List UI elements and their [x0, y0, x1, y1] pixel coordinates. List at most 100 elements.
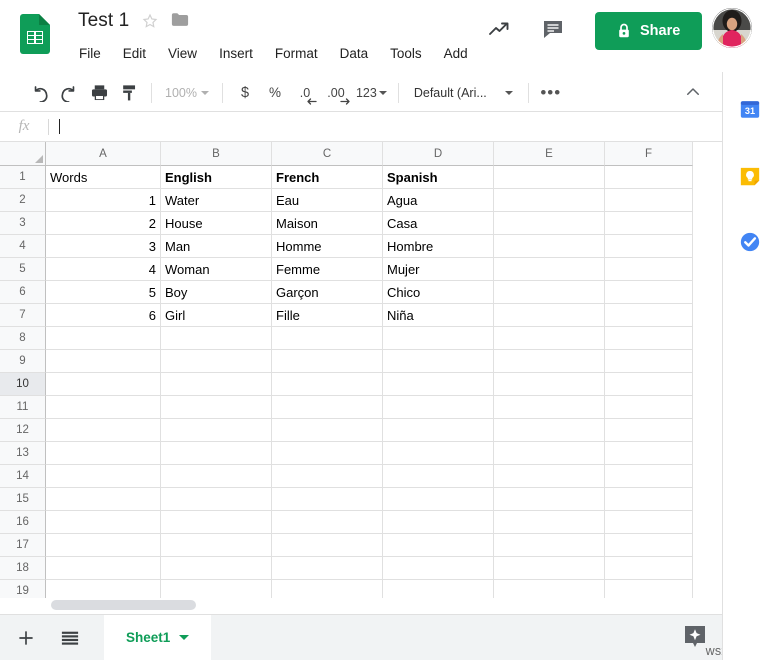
- cell-D13[interactable]: [383, 442, 494, 465]
- redo-icon[interactable]: [54, 79, 84, 107]
- cell-E9[interactable]: [494, 350, 605, 373]
- cell-C18[interactable]: [272, 557, 383, 580]
- cell-A3[interactable]: 2: [46, 212, 161, 235]
- cell-A4[interactable]: 3: [46, 235, 161, 258]
- column-header-b[interactable]: B: [161, 142, 272, 166]
- cell-C4[interactable]: Homme: [272, 235, 383, 258]
- menu-file[interactable]: File: [78, 44, 102, 63]
- cell-E2[interactable]: [494, 189, 605, 212]
- cell-C7[interactable]: Fille: [272, 304, 383, 327]
- chevron-down-icon[interactable]: [179, 635, 189, 640]
- collapse-toolbar-button[interactable]: [680, 80, 706, 104]
- cell-C8[interactable]: [272, 327, 383, 350]
- cell-A5[interactable]: 4: [46, 258, 161, 281]
- row-header-15[interactable]: 15: [0, 488, 46, 511]
- sheet-tab-sheet1[interactable]: Sheet1: [104, 615, 211, 660]
- cell-F1[interactable]: [605, 166, 693, 189]
- row-header-4[interactable]: 4: [0, 235, 46, 258]
- more-toolbar-options-button[interactable]: •••: [536, 79, 566, 107]
- cell-E19[interactable]: [494, 580, 605, 598]
- google-calendar-icon[interactable]: 31: [735, 94, 765, 124]
- cell-C13[interactable]: [272, 442, 383, 465]
- add-sheet-button[interactable]: [8, 620, 44, 656]
- sheets-logo-icon[interactable]: [20, 14, 50, 54]
- cell-E1[interactable]: [494, 166, 605, 189]
- cell-D8[interactable]: [383, 327, 494, 350]
- cell-F15[interactable]: [605, 488, 693, 511]
- select-all-button[interactable]: [0, 142, 46, 166]
- cell-C19[interactable]: [272, 580, 383, 598]
- avatar[interactable]: [712, 8, 752, 48]
- cell-D3[interactable]: Casa: [383, 212, 494, 235]
- cell-E6[interactable]: [494, 281, 605, 304]
- folder-icon[interactable]: [171, 12, 189, 30]
- cell-B12[interactable]: [161, 419, 272, 442]
- google-tasks-icon[interactable]: [735, 227, 765, 257]
- cell-F14[interactable]: [605, 465, 693, 488]
- cell-F2[interactable]: [605, 189, 693, 212]
- row-header-14[interactable]: 14: [0, 465, 46, 488]
- cell-E10[interactable]: [494, 373, 605, 396]
- row-header-18[interactable]: 18: [0, 557, 46, 580]
- cell-F11[interactable]: [605, 396, 693, 419]
- cell-D5[interactable]: Mujer: [383, 258, 494, 281]
- decrease-decimal-button[interactable]: .0: [290, 79, 320, 107]
- cell-E13[interactable]: [494, 442, 605, 465]
- cell-D15[interactable]: [383, 488, 494, 511]
- cell-A6[interactable]: 5: [46, 281, 161, 304]
- cell-D7[interactable]: Niña: [383, 304, 494, 327]
- row-header-9[interactable]: 9: [0, 350, 46, 373]
- cell-A7[interactable]: 6: [46, 304, 161, 327]
- cell-A12[interactable]: [46, 419, 161, 442]
- cell-A16[interactable]: [46, 511, 161, 534]
- formula-input[interactable]: [49, 112, 722, 141]
- cell-B18[interactable]: [161, 557, 272, 580]
- menu-view[interactable]: View: [167, 44, 198, 63]
- horizontal-scrollbar-thumb[interactable]: [51, 600, 196, 610]
- cell-C9[interactable]: [272, 350, 383, 373]
- font-family-dropdown[interactable]: Default (Ari...: [406, 83, 521, 103]
- cell-E4[interactable]: [494, 235, 605, 258]
- cell-E18[interactable]: [494, 557, 605, 580]
- cell-D17[interactable]: [383, 534, 494, 557]
- cell-C1[interactable]: French: [272, 166, 383, 189]
- cell-B7[interactable]: Girl: [161, 304, 272, 327]
- cell-F12[interactable]: [605, 419, 693, 442]
- cell-B16[interactable]: [161, 511, 272, 534]
- column-header-f[interactable]: F: [605, 142, 693, 166]
- cell-A18[interactable]: [46, 557, 161, 580]
- row-header-10[interactable]: 10: [0, 373, 46, 396]
- row-header-16[interactable]: 16: [0, 511, 46, 534]
- cell-C6[interactable]: Garçon: [272, 281, 383, 304]
- star-outline-icon[interactable]: [141, 12, 159, 30]
- cell-D6[interactable]: Chico: [383, 281, 494, 304]
- cell-A17[interactable]: [46, 534, 161, 557]
- cell-F19[interactable]: [605, 580, 693, 598]
- cell-B11[interactable]: [161, 396, 272, 419]
- cell-F16[interactable]: [605, 511, 693, 534]
- cell-E8[interactable]: [494, 327, 605, 350]
- column-header-e[interactable]: E: [494, 142, 605, 166]
- cell-F4[interactable]: [605, 235, 693, 258]
- cell-E12[interactable]: [494, 419, 605, 442]
- cell-A14[interactable]: [46, 465, 161, 488]
- cell-B8[interactable]: [161, 327, 272, 350]
- cell-B6[interactable]: Boy: [161, 281, 272, 304]
- cell-B17[interactable]: [161, 534, 272, 557]
- cell-B4[interactable]: Man: [161, 235, 272, 258]
- cell-D4[interactable]: Hombre: [383, 235, 494, 258]
- cell-A15[interactable]: [46, 488, 161, 511]
- cell-B19[interactable]: [161, 580, 272, 598]
- cell-A11[interactable]: [46, 396, 161, 419]
- cell-A9[interactable]: [46, 350, 161, 373]
- cell-E14[interactable]: [494, 465, 605, 488]
- row-header-12[interactable]: 12: [0, 419, 46, 442]
- cell-A8[interactable]: [46, 327, 161, 350]
- row-header-11[interactable]: 11: [0, 396, 46, 419]
- cell-D16[interactable]: [383, 511, 494, 534]
- cell-B5[interactable]: Woman: [161, 258, 272, 281]
- print-icon[interactable]: [84, 79, 114, 107]
- horizontal-scrollbar[interactable]: [46, 598, 692, 612]
- increase-decimal-button[interactable]: .00: [320, 79, 352, 107]
- cell-C3[interactable]: Maison: [272, 212, 383, 235]
